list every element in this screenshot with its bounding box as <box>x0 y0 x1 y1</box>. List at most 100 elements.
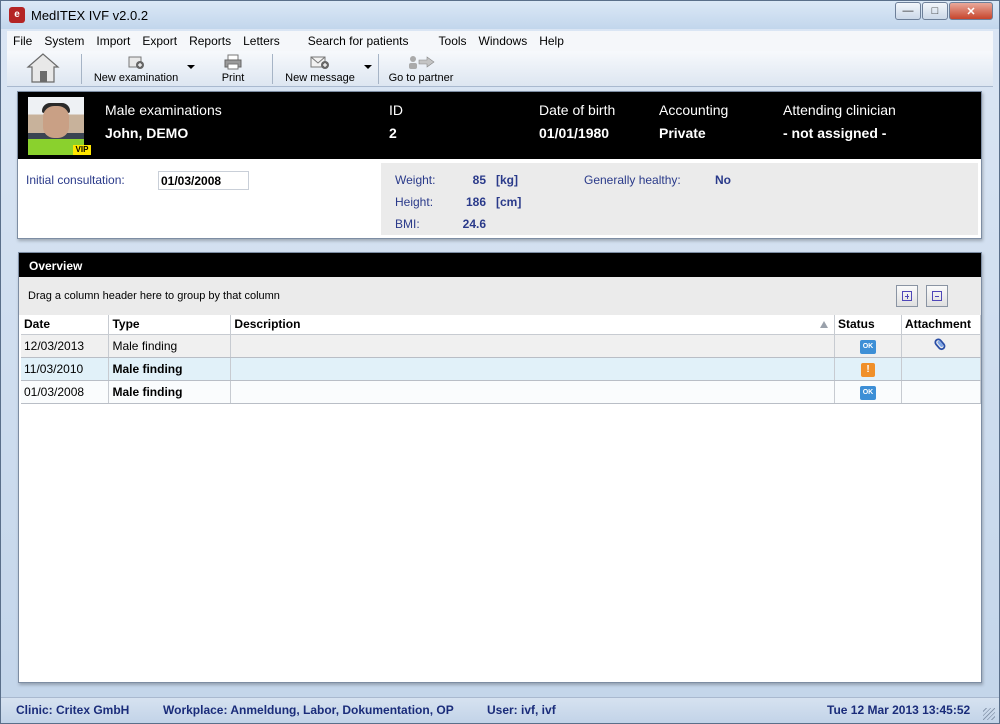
house-icon <box>26 53 60 83</box>
row-date: 01/03/2008 <box>21 380 110 404</box>
patient-header: VIP Male examinations John, DEMO ID 2 Da… <box>18 92 981 159</box>
row-attachment <box>901 334 982 358</box>
row-description <box>230 357 835 381</box>
initial-consultation-label: Initial consultation: <box>26 173 125 187</box>
column-header-date[interactable]: Date <box>21 315 110 335</box>
status-bar: Clinic: Critex GmbH Workplace: Anmeldung… <box>1 697 999 723</box>
print-label: Print <box>221 72 245 84</box>
datetime-status: Tue 12 Mar 2013 13:45:52 <box>827 703 971 717</box>
printer-icon <box>224 54 242 70</box>
warning-status-icon: ! <box>860 362 875 377</box>
menu-export[interactable]: Export <box>136 34 183 48</box>
menu-letters[interactable]: Letters <box>237 34 286 48</box>
patient-name: John, DEMO <box>105 125 189 141</box>
column-header-status[interactable]: Status <box>834 315 902 335</box>
print-button[interactable]: Print <box>213 51 253 87</box>
column-header-attachment[interactable]: Attachment <box>901 315 982 335</box>
menu-help[interactable]: Help <box>533 34 570 48</box>
title-bar[interactable]: e MedITEX IVF v2.0.2 — □ ✕ <box>1 1 999 29</box>
go-to-partner-icon <box>409 56 435 69</box>
menu-bar: File System Import Export Reports Letter… <box>7 31 993 51</box>
generally-healthy-label: Generally healthy: <box>584 173 681 187</box>
go-to-partner-label: Go to partner <box>388 72 454 84</box>
new-examination-label: New examination <box>93 72 179 84</box>
group-by-bar[interactable]: Drag a column header here to group by th… <box>19 277 981 315</box>
app-window: e MedITEX IVF v2.0.2 — □ ✕ File System I… <box>0 0 1000 724</box>
go-to-partner-button[interactable]: Go to partner <box>385 51 457 87</box>
row-date: 11/03/2010 <box>21 357 110 381</box>
patient-id: 2 <box>389 125 397 141</box>
row-attachment <box>901 357 982 381</box>
row-status: ! <box>834 357 902 381</box>
accounting-label: Accounting <box>659 102 729 118</box>
new-message-button[interactable]: New message <box>279 51 361 87</box>
meditex-logo-icon[interactable]: e <box>9 7 25 23</box>
row-description <box>230 380 835 404</box>
table-row[interactable]: 12/03/2013 Male finding OK <box>21 334 982 358</box>
column-header-description-label: Description <box>234 317 301 332</box>
weight-label: Weight: <box>395 173 436 187</box>
ok-status-icon: OK <box>859 386 876 400</box>
clinician-label: Attending clinician <box>783 102 896 118</box>
dob-label: Date of birth <box>539 102 616 118</box>
new-examination-button[interactable]: New examination <box>89 51 183 87</box>
new-examination-dropdown-icon[interactable] <box>187 65 195 69</box>
clinic-status: Clinic: Critex GmbH <box>16 703 130 717</box>
menu-import[interactable]: Import <box>90 34 136 48</box>
minimize-button[interactable]: — <box>895 2 921 20</box>
vip-badge: VIP <box>73 145 91 155</box>
ok-status-icon: OK <box>859 340 876 354</box>
user-status: User: ivf, ivf <box>487 703 556 717</box>
table-row[interactable]: 01/03/2008 Male finding OK <box>21 380 982 404</box>
close-button[interactable]: ✕ <box>949 2 993 20</box>
table-header-row: Date Type Description Status Attachment <box>21 315 982 335</box>
exam-type-label: Male examinations <box>105 102 222 118</box>
height-label: Height: <box>395 195 434 209</box>
photo-face-shape <box>43 106 69 138</box>
collapse-all-button[interactable] <box>926 285 948 307</box>
row-attachment <box>901 380 982 404</box>
resize-grip-icon[interactable] <box>983 708 995 720</box>
window-controls: — □ ✕ <box>894 2 993 20</box>
row-status: OK <box>834 380 902 404</box>
new-message-dropdown-icon[interactable] <box>364 65 372 69</box>
weight-unit: [kg] <box>496 173 518 187</box>
column-header-type[interactable]: Type <box>108 315 232 335</box>
paperclip-icon[interactable] <box>933 336 949 352</box>
generally-healthy-value: No <box>715 173 731 187</box>
clinician-value: - not assigned - <box>783 125 887 141</box>
row-date: 12/03/2013 <box>21 334 110 358</box>
vitals-panel: Weight: 85 [kg] Height: 186 [cm] BMI: 24… <box>381 163 978 235</box>
row-description <box>230 334 835 358</box>
patient-details: Initial consultation: 01/03/2008 Weight:… <box>18 159 981 239</box>
row-type: Male finding <box>108 334 232 358</box>
plus-box-icon <box>902 291 912 301</box>
patient-panel: VIP Male examinations John, DEMO ID 2 Da… <box>17 91 982 239</box>
expand-all-button[interactable] <box>896 285 918 307</box>
menu-system[interactable]: System <box>38 34 90 48</box>
height-value: 186 <box>465 195 486 209</box>
initial-consultation-field[interactable]: 01/03/2008 <box>158 171 249 190</box>
envelope-add-icon <box>310 56 329 69</box>
new-message-label: New message <box>285 72 355 84</box>
maximize-button[interactable]: □ <box>922 2 948 20</box>
table-row[interactable]: 11/03/2010 Male finding ! <box>21 357 982 381</box>
group-by-hint: Drag a column header here to group by th… <box>28 290 280 302</box>
height-unit: [cm] <box>496 195 522 209</box>
id-label: ID <box>389 102 403 118</box>
menu-windows[interactable]: Windows <box>473 34 534 48</box>
column-header-description[interactable]: Description <box>230 315 835 335</box>
menu-file[interactable]: File <box>7 34 38 48</box>
menu-reports[interactable]: Reports <box>183 34 237 48</box>
row-type: Male finding <box>108 380 232 404</box>
menu-search-for-patients[interactable]: Search for patients <box>302 34 415 48</box>
home-button[interactable] <box>21 51 65 87</box>
bmi-value: 24.6 <box>462 217 486 231</box>
overview-panel: Overview Drag a column header here to gr… <box>18 252 982 683</box>
minus-box-icon <box>932 291 942 301</box>
accounting-value: Private <box>659 125 706 141</box>
toolbar-separator <box>378 54 379 84</box>
window-title: MedITEX IVF v2.0.2 <box>31 8 149 23</box>
menu-tools[interactable]: Tools <box>433 34 473 48</box>
row-status: OK <box>834 334 902 358</box>
